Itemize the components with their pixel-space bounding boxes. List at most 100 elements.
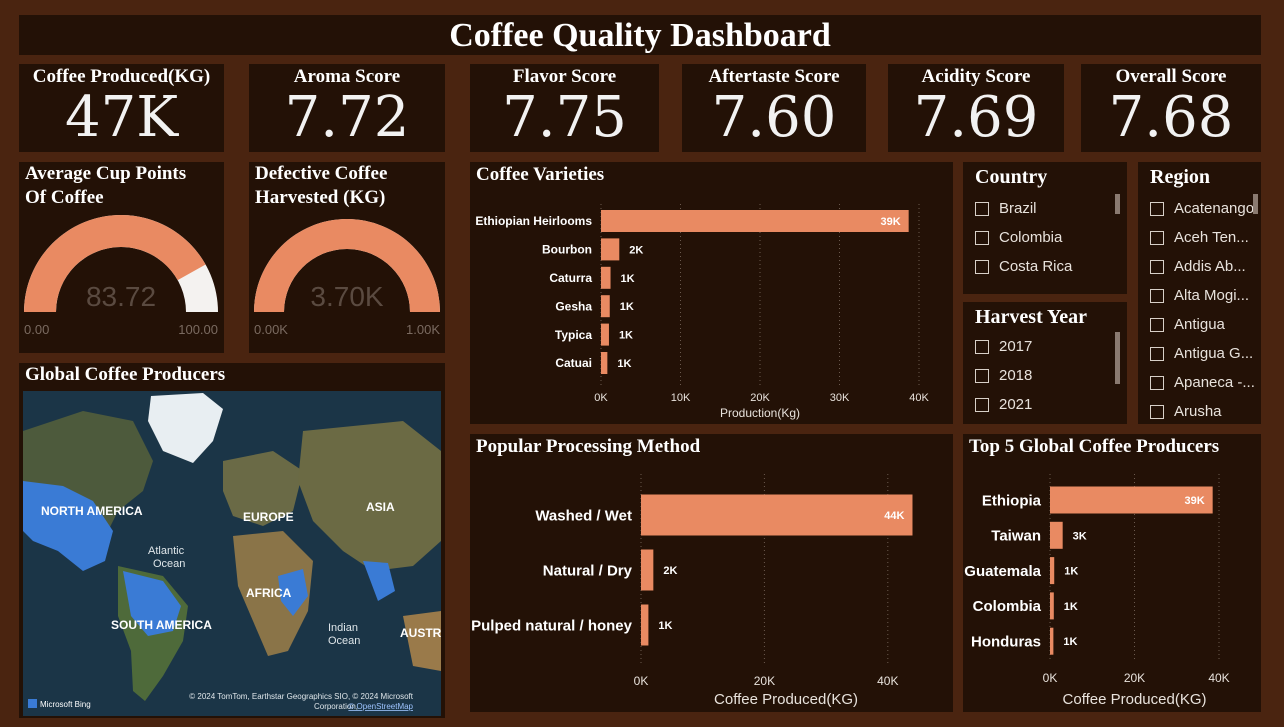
slicer-item-colombia[interactable]: Colombia [975, 229, 1062, 246]
data-label: 1K [620, 301, 634, 313]
x-tick-label: 40K [909, 392, 929, 404]
data-label: 1K [1064, 601, 1078, 613]
slicer-title: Country [975, 166, 1048, 188]
x-axis-label: Coffee Produced(KG) [714, 691, 858, 708]
slicer-item-region[interactable]: Addis Ab... [1150, 258, 1246, 275]
slicer-harvest-year[interactable]: Harvest Year 2017 2018 2021 [963, 302, 1127, 424]
checkbox-icon[interactable] [975, 259, 989, 274]
slicer-item-region[interactable]: Aceh Ten... [1150, 229, 1249, 246]
x-tick-label: 0K [634, 674, 649, 688]
data-label: 1K [619, 330, 633, 342]
map-label-atlantic-ocean: Ocean [153, 558, 185, 570]
slicer-item-brazil[interactable]: Brazil [975, 200, 1037, 217]
checkbox-icon[interactable] [1150, 346, 1164, 361]
bar[interactable] [1050, 557, 1055, 585]
bar[interactable] [1050, 592, 1054, 620]
map-label-europe: EUROPE [243, 510, 294, 524]
processing-bar-chart[interactable]: 0K 20K 40K Washed / Wet 44K Natural / Dry 2K Pu… [470, 434, 953, 712]
bar[interactable] [601, 238, 620, 261]
checkbox-icon[interactable] [1150, 259, 1164, 274]
x-tick-label: 0K [1043, 671, 1058, 685]
checkbox-icon[interactable] [1150, 230, 1164, 245]
scrollbar-thumb[interactable] [1253, 194, 1258, 214]
category-label: Gesha [555, 299, 592, 313]
gauge-max-label: 1.00K [406, 322, 440, 337]
kpi-card-coffee-produced[interactable]: Coffee Produced(KG) 47K [19, 64, 224, 152]
checkbox-icon[interactable] [975, 368, 989, 383]
map-attribution-link[interactable]: © OpenStreetMap [348, 702, 413, 711]
category-label: Pulped natural / honey [471, 617, 633, 634]
x-tick-label: 40K [877, 674, 898, 688]
slicer-item-2021[interactable]: 2021 [975, 396, 1032, 413]
bar[interactable] [1050, 521, 1063, 549]
varieties-bar-chart[interactable]: 0K 10K 20K 30K 40K Ethiopian Heirlooms 39K Bour… [470, 162, 953, 424]
kpi-card-aroma-score[interactable]: Aroma Score 7.72 [249, 64, 445, 152]
x-tick-label: 40K [1208, 671, 1229, 685]
map-title: Global Coffee Producers [25, 364, 226, 385]
checkbox-icon[interactable] [975, 201, 989, 216]
bar[interactable] [601, 210, 909, 232]
map-label-indian-ocean: Ocean [328, 635, 360, 647]
map-brand: Microsoft Bing [40, 700, 91, 709]
x-tick-label: 0K [594, 392, 608, 404]
slicer-item-2017[interactable]: 2017 [975, 338, 1032, 355]
kpi-value: 7.60 [711, 85, 837, 150]
kpi-card-aftertaste-score[interactable]: Aftertaste Score 7.60 [682, 64, 866, 152]
kpi-card-overall-score[interactable]: Overall Score 7.68 [1081, 64, 1261, 152]
checkbox-icon[interactable] [1150, 375, 1164, 390]
bar[interactable] [641, 549, 654, 591]
kpi-card-acidity-score[interactable]: Acidity Score 7.69 [888, 64, 1064, 152]
top5-bar-chart[interactable]: 0K 20K 40K Ethiopia 39K Taiwan 3K Guatemala 1K Co… [963, 434, 1261, 712]
slicer-item-region[interactable]: Apaneca -... [1150, 374, 1255, 391]
scrollbar-thumb[interactable] [1115, 332, 1120, 384]
chart-card-processing[interactable]: Popular Processing Method 0K 20K 40K Washed… [470, 434, 953, 712]
slicer-item-region[interactable]: Acatenango [1150, 200, 1254, 217]
data-label: 3K [1073, 530, 1087, 542]
gauge-card-cup-points[interactable]: Average Cup Points Of Coffee 83.72 0.00 … [19, 162, 224, 353]
checkbox-icon[interactable] [975, 339, 989, 354]
bar[interactable] [601, 352, 608, 374]
slicer-region[interactable]: Region Acatenango Aceh Ten... Addis Ab..… [1138, 162, 1261, 424]
world-map[interactable]: NORTH AMERICA EUROPE ASIA Atlantic Ocean… [23, 391, 441, 716]
category-label: Washed / Wet [535, 507, 632, 524]
checkbox-icon[interactable] [1150, 288, 1164, 303]
bar[interactable] [641, 494, 913, 536]
bar[interactable] [601, 323, 609, 346]
map-card[interactable]: Global Coffee Producers NORTH AMERICA EU… [19, 363, 445, 718]
gauge-value: 83.72 [86, 281, 156, 312]
slicer-item-region[interactable]: Antigua [1150, 316, 1225, 333]
data-label: 2K [629, 244, 643, 256]
bar[interactable] [601, 295, 610, 318]
bing-logo-icon [28, 699, 37, 708]
slicer-item-region[interactable]: Alta Mogi... [1150, 287, 1249, 304]
kpi-card-flavor-score[interactable]: Flavor Score 7.75 [470, 64, 659, 152]
data-label: 1K [658, 620, 672, 632]
x-tick-label: 10K [671, 392, 691, 404]
kpi-value: 7.75 [502, 85, 627, 150]
kpi-value: 7.69 [913, 85, 1039, 150]
data-label: 1K [1064, 566, 1078, 578]
gauge-card-defective-coffee[interactable]: Defective Coffee Harvested (KG) 3.70K 0.… [249, 162, 445, 353]
slicer-item-region[interactable]: Arusha [1150, 403, 1222, 420]
checkbox-icon[interactable] [975, 230, 989, 245]
gauge-min-label: 0.00 [24, 322, 49, 337]
scrollbar-thumb[interactable] [1115, 194, 1120, 214]
bar[interactable] [641, 604, 649, 646]
checkbox-icon[interactable] [1150, 201, 1164, 216]
slicer-country[interactable]: Country Brazil Colombia Costa Rica [963, 162, 1127, 294]
checkbox-icon[interactable] [975, 397, 989, 412]
checkbox-icon[interactable] [1150, 404, 1164, 419]
bar[interactable] [1050, 627, 1054, 655]
category-label: Taiwan [991, 528, 1041, 545]
map-label-asia: ASIA [366, 500, 395, 514]
slicer-item-region[interactable]: Antigua G... [1150, 345, 1253, 362]
category-label: Honduras [971, 633, 1041, 650]
bar[interactable] [601, 266, 611, 289]
checkbox-icon[interactable] [1150, 317, 1164, 332]
chart-card-top5[interactable]: Top 5 Global Coffee Producers 0K 20K 40K Et… [963, 434, 1261, 712]
category-label: Colombia [973, 598, 1042, 615]
x-tick-label: 30K [830, 392, 850, 404]
slicer-item-2018[interactable]: 2018 [975, 367, 1032, 384]
slicer-item-costa-rica[interactable]: Costa Rica [975, 258, 1072, 275]
chart-card-varieties[interactable]: Coffee Varieties 0K 10K 20K 30K 40K Ethiopian… [470, 162, 953, 424]
